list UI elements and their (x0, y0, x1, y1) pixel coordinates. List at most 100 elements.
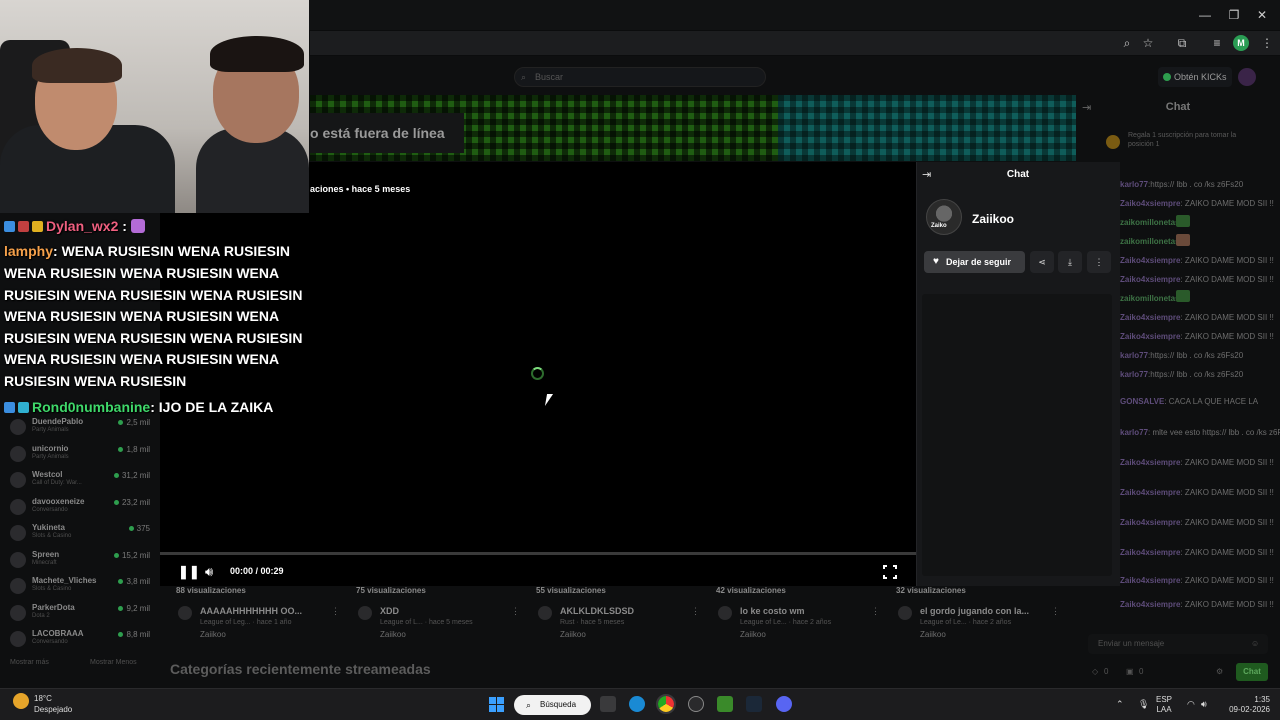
followed-channel-item[interactable]: Westcol Call of Duty: War... 31,2 mil (10, 470, 150, 494)
video-card[interactable]: 42 visualizaciones lo ke costo wm League o… (716, 584, 884, 644)
crown-icon (32, 221, 43, 232)
more-options-icon[interactable]: ⋮ (511, 606, 520, 617)
chat-text: : ZAIKO DAME MOD SII !! (1180, 600, 1274, 609)
offline-banner-pattern (778, 95, 1076, 161)
chat-text: : mlte vee esto https:// lbb . co /ks z6… (1148, 428, 1280, 437)
chat-text: : ZAIKO DAME MOD SII !! (1180, 199, 1274, 208)
unfollow-button[interactable]: ♥ Dejar de seguir (924, 251, 1025, 273)
minimize-icon[interactable]: — (1193, 6, 1217, 24)
extensions-icon[interactable]: ⧉ (1173, 35, 1191, 51)
more-options-icon[interactable]: ⋮ (1051, 606, 1060, 617)
loading-spinner-icon (531, 367, 544, 380)
wifi-icon[interactable]: ◠ (1187, 699, 1195, 710)
chat-send-button[interactable]: Chat (1236, 663, 1268, 681)
site-chat-line: zaikomillonetas: (1120, 237, 1182, 246)
channel-avatar (10, 578, 26, 594)
chrome-icon[interactable] (656, 694, 676, 714)
video-card[interactable]: 32 visualizaciones el gordo jugando con l… (896, 584, 1064, 644)
channel-category: Party Animals (32, 427, 69, 433)
followed-channel-item[interactable]: ParkerDota Dota 2 9,2 mil (10, 603, 150, 627)
user-avatar[interactable] (1238, 68, 1256, 86)
followed-channel-item[interactable]: unicornio Party Animals 1,8 mil (10, 444, 150, 468)
chat-separator: : (122, 218, 127, 234)
edge-icon[interactable] (629, 696, 645, 712)
video-views: 88 visualizaciones (176, 586, 246, 595)
chat-username: lamphy (4, 243, 54, 259)
show-less-link[interactable]: Mostrar Menos (90, 659, 137, 666)
zoom-icon[interactable]: ⌕ (1118, 35, 1136, 51)
clock-time: 1:35 (1254, 695, 1270, 704)
site-chat-line: karlo77:https:// lbb . co /ks z6Fs20 (1120, 180, 1243, 189)
system-clock[interactable]: 1:35 09-02-2026 (1222, 695, 1270, 715)
channel-avatar (10, 631, 26, 647)
app-icon[interactable] (688, 696, 704, 712)
video-progress-bar[interactable] (160, 552, 916, 555)
more-options-icon[interactable]: ⋮ (871, 606, 880, 617)
profile-avatar[interactable]: M (1233, 35, 1249, 51)
language-indicator[interactable]: ESP LAA (1156, 695, 1172, 715)
followed-channel-item[interactable]: Machete_Vliches Slots & Casino 3,8 mil (10, 576, 150, 600)
pause-icon[interactable]: ❚❚ (178, 565, 200, 579)
bookmark-star-icon[interactable]: ☆ (1139, 35, 1157, 51)
tray-overflow-icon[interactable]: ⌃ (1116, 699, 1124, 710)
chat-username: Zaiko4xsiempre (1120, 518, 1181, 527)
followed-channel-item[interactable]: LACOBRAAA Conversando 8,8 mil (10, 629, 150, 653)
chat-settings-icon[interactable]: ⚙ (1216, 667, 1223, 676)
browser-menu-icon[interactable]: ⋮ (1258, 35, 1276, 51)
viewer-count: 2,5 mil (118, 418, 150, 427)
download-icon[interactable]: ⤓ (1058, 251, 1082, 273)
site-search-input[interactable]: ⌕ Buscar (514, 67, 766, 87)
microphone-icon[interactable]: 🎙︎ (1138, 699, 1149, 710)
chat-username: Zaiko4xsiempre (1120, 256, 1181, 265)
overlay-chat-text: RUSIESIN WENA RUSIESIN (4, 373, 187, 389)
video-card[interactable]: 75 visualizaciones XDD League of L... · ha… (356, 584, 524, 644)
channel-name[interactable]: Zaiikoo (972, 212, 1014, 226)
channel-avatar[interactable] (926, 199, 962, 235)
video-meta: aciones • hace 5 meses (310, 184, 411, 194)
emoji-icon[interactable]: ☺ (1251, 639, 1259, 648)
more-options-icon[interactable]: ⋮ (331, 606, 340, 617)
minecraft-icon[interactable] (717, 696, 733, 712)
followed-channel-item[interactable]: Spreen Minecraft 15,2 mil (10, 550, 150, 574)
site-chat-line: Zaiko4xsiempre: ZAIKO DAME MOD SII !! (1120, 199, 1274, 208)
volume-icon[interactable]: 🔊︎ (205, 564, 221, 580)
share-icon[interactable]: ⋖ (1030, 251, 1054, 273)
followed-channel-item[interactable]: DuendePablo Party Animals 2,5 mil (10, 417, 150, 441)
channel-name: davooxeneize (32, 496, 85, 506)
site-chat-line: karlo77:https:// lbb . co /ks z6Fs20 (1120, 370, 1243, 379)
collapse-chat-icon[interactable]: ⇥ (1082, 101, 1091, 114)
weather-icon[interactable] (13, 693, 29, 709)
media-controls-icon[interactable]: ≡ (1208, 35, 1226, 51)
chat-message-input[interactable]: Enviar un mensaje (1088, 634, 1268, 654)
video-card[interactable]: 55 visualizaciones AKLKLDKLSDSD Rust · hac… (536, 584, 704, 644)
show-more-link[interactable]: Mostrar más (10, 659, 49, 666)
site-chat-line: karlo77:https:// lbb . co /ks z6Fs20 (1120, 351, 1243, 360)
get-kicks-button[interactable]: Obtén KICKs (1158, 67, 1232, 87)
keyboard-layout: LAA (1156, 705, 1172, 714)
followed-channel-item[interactable]: davooxeneize Conversando 23,2 mil (10, 497, 150, 521)
chat-text: : ZAIKO DAME MOD SII !! (1180, 332, 1274, 341)
close-icon[interactable]: ✕ (1250, 6, 1274, 24)
chat-text: : IJO DE LA ZAIKA (150, 399, 274, 415)
overlay-chat-text: WENA RUSIESIN WENA RUSIESIN WENA (4, 265, 280, 281)
followed-channel-item[interactable]: Yukineta Slots & Casino 375 (10, 523, 150, 547)
chat-emote (130, 219, 145, 233)
more-options-icon[interactable]: ⋮ (691, 606, 700, 617)
clock-date: 09-02-2026 (1229, 705, 1270, 714)
taskbar-search[interactable]: ⌕ Búsqueda (514, 695, 591, 715)
task-view-icon[interactable] (600, 696, 616, 712)
fullscreen-icon[interactable] (882, 564, 898, 580)
volume-icon[interactable]: 🔊︎ (1201, 699, 1207, 710)
steam-icon[interactable] (746, 696, 762, 712)
kicks-stat-icon: ◇ (1092, 667, 1099, 676)
video-channel: Zaiikoo (740, 630, 766, 639)
site-chat-line: Zaiko4xsiempre: ZAIKO DAME MOD SII !! (1120, 576, 1274, 585)
chat-username: Zaiko4xsiempre (1120, 332, 1181, 341)
maximize-icon[interactable]: ❐ (1222, 6, 1246, 24)
windows-start-icon[interactable] (489, 697, 504, 712)
video-card[interactable]: 88 visualizaciones AAAAAHHHHHHH OO... Leag… (176, 584, 344, 644)
more-options-icon[interactable]: ⋮ (1087, 251, 1111, 273)
collapse-chat-icon[interactable]: ⇥ (922, 168, 931, 181)
discord-icon[interactable] (776, 696, 792, 712)
video-channel: Zaiikoo (380, 630, 406, 639)
